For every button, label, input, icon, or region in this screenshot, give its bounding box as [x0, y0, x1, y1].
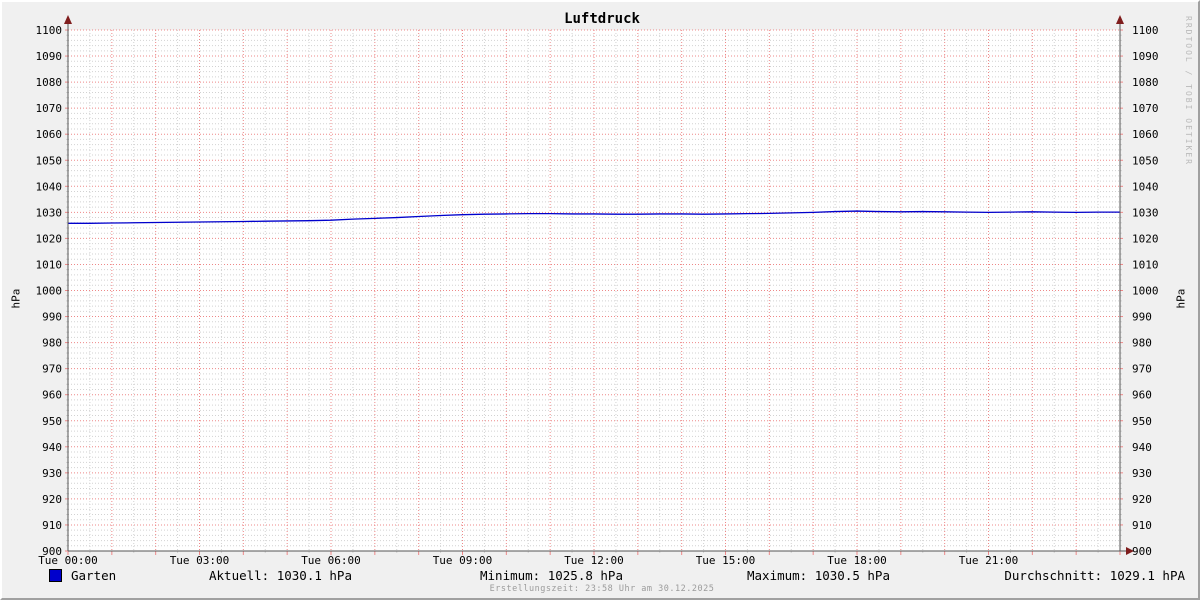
y-tick-label-left: 1080	[36, 76, 63, 89]
x-tick-label: Tue 12:00	[564, 554, 624, 567]
y-tick-label-left: 1060	[36, 128, 63, 141]
y-tick-label-right: 1030	[1132, 206, 1159, 219]
y-tick-label-right: 960	[1132, 389, 1152, 402]
x-tick-label: Tue 21:00	[959, 554, 1019, 567]
y-tick-label-right: 920	[1132, 493, 1152, 506]
y-axis-arrow-left	[64, 15, 72, 24]
y-tick-label-left: 1050	[36, 154, 63, 167]
y-tick-label-right: 950	[1132, 415, 1152, 428]
y-tick-label-left: 940	[42, 441, 62, 454]
y-tick-label-left: 1000	[36, 285, 63, 298]
y-tick-label-right: 1100	[1132, 24, 1159, 37]
graph-canvas: 900 900910 910920 920930 930940 940950 950960 9…	[36, 15, 1159, 567]
y-tick-label-left: 1090	[36, 50, 63, 63]
x-tick-label: Tue 15:00	[696, 554, 756, 567]
x-tick-label: Tue 06:00	[301, 554, 361, 567]
stat-maximum: Maximum: 1030.5 hPa	[747, 568, 890, 583]
x-tick-label: Tue 00:00	[38, 554, 98, 567]
stat-average: Durchschnitt: 1029.1 hPA	[1004, 568, 1185, 583]
y-tick-label-left: 970	[42, 363, 62, 376]
y-tick-label-right: 900	[1132, 545, 1152, 558]
y-tick-label-right: 1080	[1132, 76, 1159, 89]
legend-and-stats-row: Garten Aktuell: 1030.1 hPa Minimum: 1025…	[2, 568, 1198, 583]
y-tick-label-left: 1070	[36, 102, 63, 115]
y-tick-label-right: 970	[1132, 363, 1152, 376]
y-tick-label-right: 1040	[1132, 180, 1159, 193]
y-tick-label-right: 1000	[1132, 285, 1159, 298]
y-tick-label-right: 1070	[1132, 102, 1159, 115]
y-tick-label-right: 910	[1132, 519, 1152, 532]
x-tick-label: Tue 18:00	[827, 554, 887, 567]
series-color-swatch	[49, 569, 62, 582]
y-tick-label-right: 1090	[1132, 50, 1159, 63]
y-tick-label-left: 1010	[36, 258, 63, 271]
y-tick-label-left: 950	[42, 415, 62, 428]
series-legend-label: Garten	[71, 568, 117, 583]
y-tick-label-left: 960	[42, 389, 62, 402]
y-tick-label-right: 990	[1132, 311, 1152, 324]
y-tick-label-left: 1030	[36, 206, 63, 219]
y-tick-label-right: 1050	[1132, 154, 1159, 167]
x-tick-label: Tue 03:00	[170, 554, 230, 567]
stat-current: Aktuell: 1030.1 hPa	[209, 568, 352, 583]
y-tick-label-right: 1020	[1132, 232, 1159, 245]
y-tick-label-right: 940	[1132, 441, 1152, 454]
y-axis-arrow-right	[1116, 15, 1124, 24]
y-tick-label-right: 1010	[1132, 258, 1159, 271]
y-tick-label-right: 930	[1132, 467, 1152, 480]
stat-minimum: Minimum: 1025.8 hPa	[480, 568, 623, 583]
y-tick-label-left: 920	[42, 493, 62, 506]
x-tick-label: Tue 09:00	[433, 554, 493, 567]
y-tick-label-right: 1060	[1132, 128, 1159, 141]
y-tick-label-left: 1100	[36, 24, 63, 37]
y-tick-label-left: 990	[42, 311, 62, 324]
y-tick-label-left: 1020	[36, 232, 63, 245]
y-tick-label-right: 980	[1132, 337, 1152, 350]
y-tick-label-left: 930	[42, 467, 62, 480]
y-tick-label-left: 910	[42, 519, 62, 532]
y-tick-label-left: 980	[42, 337, 62, 350]
creation-time-footer: Erstellungszeit: 23:58 Uhr am 30.12.2025	[489, 584, 715, 594]
y-tick-label-left: 1040	[36, 180, 63, 193]
pressure-graph: Luftdruck RRDTOOL / TOBI OETIKER hPa hPa…	[0, 0, 1200, 600]
